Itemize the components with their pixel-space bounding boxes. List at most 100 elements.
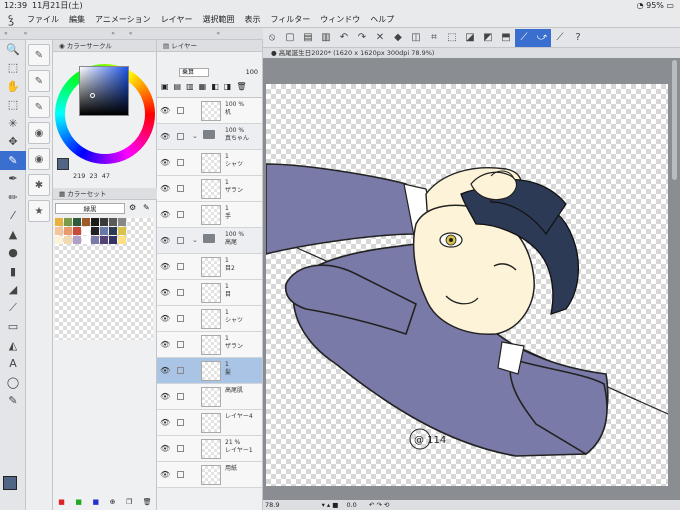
- layer-lock-checkbox[interactable]: [177, 367, 184, 374]
- layer-row[interactable]: 👁 1 ザラン: [157, 176, 262, 202]
- palette-color-chip[interactable]: [100, 236, 108, 244]
- visibility-eye-icon[interactable]: 👁: [160, 262, 170, 271]
- layer-tab[interactable]: ▤ レイヤー: [157, 40, 262, 52]
- layer-row[interactable]: 👁 1 目: [157, 280, 262, 306]
- palette-color-chip[interactable]: [73, 236, 81, 244]
- gpen-subtool-icon[interactable]: ✎: [28, 44, 50, 66]
- color-set-select[interactable]: 緑黒: [55, 203, 125, 214]
- display-icon[interactable]: ⦸: [263, 32, 281, 43]
- airbrush-tool-icon[interactable]: ⁄: [0, 207, 26, 226]
- selection-tool-icon[interactable]: ⬚: [0, 96, 26, 115]
- palette-color-chip[interactable]: [82, 227, 90, 235]
- balloon-tool-icon[interactable]: ◯: [0, 373, 26, 392]
- layer-lock-checkbox[interactable]: [177, 263, 184, 270]
- menu-animation[interactable]: アニメーション: [90, 14, 156, 25]
- pen-tool-icon[interactable]: ✎: [0, 151, 26, 170]
- menu-selection[interactable]: 選択範囲: [197, 14, 239, 25]
- palette-color-chip[interactable]: [118, 236, 126, 244]
- deselect-icon[interactable]: ⬚: [443, 32, 461, 43]
- color-set-tab[interactable]: ▦ カラーセット: [53, 188, 157, 200]
- layer-row[interactable]: 👁 レイヤー4: [157, 410, 262, 436]
- eraser-tool-icon[interactable]: ▲: [0, 225, 26, 244]
- layer-lock-checkbox[interactable]: [177, 315, 184, 322]
- ruler-tool-icon[interactable]: ◭: [0, 336, 26, 355]
- saturation-value-square[interactable]: [79, 66, 129, 116]
- layer-lock-checkbox[interactable]: [177, 237, 184, 244]
- palette-color-chip[interactable]: [118, 218, 126, 226]
- rotate-icons[interactable]: ↶ ↷ ⟲: [369, 501, 389, 509]
- snap-grid-icon[interactable]: ⟋: [551, 32, 569, 43]
- text-tool-icon[interactable]: A: [0, 355, 26, 374]
- layer-row[interactable]: 👁 1 シャツ: [157, 306, 262, 332]
- layer-lock-checkbox[interactable]: [177, 289, 184, 296]
- palette-color-chip[interactable]: [64, 227, 72, 235]
- layer-row[interactable]: 👁 1 シャツ: [157, 150, 262, 176]
- trash-icon[interactable]: 🗑: [143, 498, 152, 506]
- snap-special-ruler-icon[interactable]: ⤻: [533, 28, 551, 47]
- zoom-tool-icon[interactable]: 🔍: [0, 40, 26, 59]
- auto-select-tool-icon[interactable]: ✳: [0, 114, 26, 133]
- effect-subtool-icon[interactable]: ✱: [28, 174, 50, 196]
- visibility-eye-icon[interactable]: 👁: [160, 184, 170, 193]
- visibility-eye-icon[interactable]: 👁: [160, 288, 170, 297]
- layer-lock-checkbox[interactable]: [177, 419, 184, 426]
- collapse-icon[interactable]: «: [216, 30, 220, 37]
- copy-icon[interactable]: ❐: [126, 498, 132, 506]
- collapse-icon[interactable]: «: [4, 30, 8, 37]
- fill-tool-icon[interactable]: ●: [0, 244, 26, 263]
- palette-color-chip[interactable]: [91, 218, 99, 226]
- move-tool-icon[interactable]: ✥: [0, 133, 26, 152]
- visibility-eye-icon[interactable]: 👁: [160, 210, 170, 219]
- color-picker-handle[interactable]: [90, 93, 95, 98]
- layer-folder-row[interactable]: 👁 ⌄ 100 % 高尾: [157, 228, 262, 254]
- figure-tool-icon[interactable]: ⟋: [0, 299, 26, 318]
- pencil-tool-icon[interactable]: ✒: [0, 170, 26, 189]
- palette-color-chip[interactable]: [109, 227, 117, 235]
- visibility-eye-icon[interactable]: 👁: [160, 392, 170, 401]
- clear-icon[interactable]: ✕: [371, 32, 389, 43]
- layer-lock-checkbox[interactable]: [177, 133, 184, 140]
- collapse-icon[interactable]: «: [129, 30, 133, 37]
- visibility-eye-icon[interactable]: 👁: [160, 366, 170, 375]
- palette-color-chip[interactable]: [100, 227, 108, 235]
- layer-row[interactable]: 👁 用紙: [157, 462, 262, 488]
- chevron-down-icon[interactable]: ⌄: [192, 132, 198, 140]
- layer-lock-checkbox[interactable]: [177, 211, 184, 218]
- menu-filter[interactable]: フィルター: [265, 14, 315, 25]
- add-icon[interactable]: ⊕: [110, 498, 116, 506]
- menu-window[interactable]: ウィンドウ: [315, 14, 365, 25]
- frame-tool-icon[interactable]: ▭: [0, 318, 26, 337]
- visibility-eye-icon[interactable]: 👁: [160, 444, 170, 453]
- brush-tool-icon[interactable]: ✏: [0, 188, 26, 207]
- eyedrop-icon[interactable]: ✎: [143, 203, 150, 212]
- color-set-grid[interactable]: [55, 218, 153, 340]
- vertical-scrollbar[interactable]: [672, 60, 677, 180]
- layer-row[interactable]: 👁 21 % レイヤー1: [157, 436, 262, 462]
- transform-icon[interactable]: ◫: [407, 32, 425, 43]
- visibility-eye-icon[interactable]: 👁: [160, 236, 170, 245]
- chevron-down-icon[interactable]: ⌄: [192, 236, 198, 244]
- palette-color-chip[interactable]: [82, 236, 90, 244]
- correct-line-tool-icon[interactable]: ✎: [0, 392, 26, 411]
- gradient-tool-icon[interactable]: ▮: [0, 262, 26, 281]
- palette-color-chip[interactable]: [73, 218, 81, 226]
- layer-lock-checkbox[interactable]: [177, 159, 184, 166]
- blend-tool-icon[interactable]: ◢: [0, 281, 26, 300]
- palette-color-chip[interactable]: [64, 236, 72, 244]
- palette-color-chip[interactable]: [55, 227, 63, 235]
- blue-dot-icon[interactable]: ■: [93, 498, 100, 506]
- opacity-value[interactable]: 100: [246, 68, 258, 76]
- drawing-canvas[interactable]: @ 114: [266, 84, 668, 486]
- palette-color-chip[interactable]: [91, 236, 99, 244]
- app-logo-icon[interactable]: ꝣ: [0, 12, 22, 27]
- new-file-icon[interactable]: ▢: [281, 32, 299, 43]
- main-color-swatch[interactable]: [3, 476, 17, 490]
- mapping-pen-subtool-icon[interactable]: ✎: [28, 70, 50, 92]
- layer-folder-row[interactable]: 👁 ⌄ 100 % 真ちゃん: [157, 124, 262, 150]
- invert-selection-icon[interactable]: ◪: [461, 32, 479, 43]
- visibility-eye-icon[interactable]: 👁: [160, 158, 170, 167]
- operation-tool-icon[interactable]: ⬚: [0, 59, 26, 78]
- layer-lock-checkbox[interactable]: [177, 471, 184, 478]
- palette-color-chip[interactable]: [118, 227, 126, 235]
- open-icon[interactable]: ▤: [299, 32, 317, 43]
